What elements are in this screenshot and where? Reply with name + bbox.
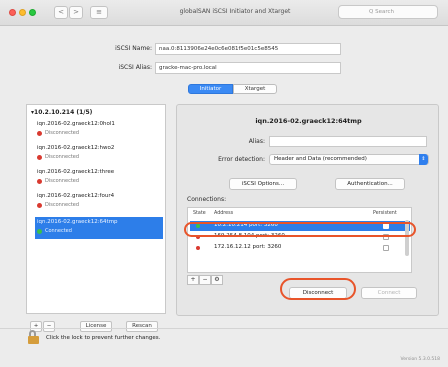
target-item[interactable]: iqn.2016-02.graeck12:hwo2 Disconnected [35,143,163,165]
target-name: iqn.2016-02.graeck12:0hol1 [37,121,115,127]
authentication-button[interactable]: Authentication... [335,178,405,190]
add-connection-button[interactable]: + [187,275,199,285]
iscsi-name-field[interactable]: naa.0:8113906e24e0c6e081f5e01c5e8545 [155,43,341,55]
bottom-divider [0,328,448,329]
select-arrows-icon: ⇕ [419,154,428,165]
lock-body [28,336,39,344]
iscsi-name-label: iSCSI Name: [115,45,152,52]
status-dot-icon [37,229,42,234]
portal-tree-node[interactable]: ▾10.2.10.214 (1/5) [31,109,92,116]
target-name: iqn.2016-02.graeck12:four4 [37,193,115,199]
license-button[interactable]: License [80,321,112,332]
forward-button[interactable]: > [69,6,83,19]
target-detail-title: iqn.2016-02.graeck12:64tmp [255,117,362,125]
targets-list-footer: + − License Rescan [26,318,166,334]
target-item[interactable]: iqn.2016-02.graeck12:0hol1 Disconnected [35,119,163,141]
target-name: iqn.2016-02.graeck12:hwo2 [37,145,115,151]
connection-action-button[interactable]: ⚙ [211,275,223,285]
tab-xtarget[interactable]: Xtarget [233,84,277,94]
status-dot-icon [37,203,42,208]
status-dot-icon [37,155,42,160]
column-header-persistent[interactable]: Persistent [373,211,397,216]
target-item[interactable]: iqn.2016-02.graeck12:four4 Disconnected [35,191,163,213]
connections-label: Connections: [187,196,227,203]
target-status: Disconnected [45,154,80,160]
grid-icon: ≡ [96,8,102,16]
target-status: Disconnected [45,178,80,184]
target-item-selected[interactable]: iqn.2016-02.graeck12:64tmp Connected [35,217,163,239]
column-header-state[interactable]: State [193,211,206,216]
minimize-window-button[interactable] [19,9,26,16]
iscsi-options-button[interactable]: iSCSI Options... [229,178,297,190]
remove-portal-button[interactable]: − [43,321,55,332]
chevron-left-icon: < [58,8,64,16]
portal-label: 10.2.10.214 (1/5) [34,109,93,116]
connection-row[interactable]: 172.16.12.12 port: 3260 [190,243,410,253]
search-field[interactable]: Q Search [338,5,438,19]
rescan-button[interactable]: Rescan [126,321,158,332]
title-bar: < > ≡ globalSAN iSCSI Initiator and Xtar… [0,0,448,26]
targets-list: ▾10.2.10.214 (1/5) iqn.2016-02.graeck12:… [26,104,166,314]
connect-button[interactable]: Connect [361,287,417,299]
persistent-checkbox[interactable] [383,245,389,251]
app-window: < > ≡ globalSAN iSCSI Initiator and Xtar… [0,0,448,367]
version-label: Version 5.3.0.518 [400,357,440,362]
chevron-right-icon: > [73,8,79,16]
target-item[interactable]: iqn.2016-02.graeck12:three Disconnected [35,167,163,189]
show-all-button[interactable]: ≡ [90,6,108,19]
target-name: iqn.2016-02.graeck12:three [37,169,115,175]
error-detection-select[interactable]: Header and Data (recommended) ⇕ [269,154,429,165]
error-detection-label: Error detection: [218,156,265,163]
target-status: Connected [45,228,72,234]
column-header-address[interactable]: Address [214,211,233,216]
status-dot-icon [37,131,42,136]
connection-highlight-annotation [184,222,416,237]
lock-message: Click the lock to prevent further change… [46,335,161,341]
target-name: iqn.2016-02.graeck12:64tmp [37,219,118,225]
disconnect-highlight-annotation [280,278,356,300]
iscsi-alias-label: iSCSI Alias: [118,64,152,71]
status-dot-icon [37,179,42,184]
alias-label: Alias: [248,138,265,145]
remove-connection-button[interactable]: − [199,275,211,285]
connections-table: State Address Persistent 10.2.10.214 por… [187,207,412,273]
connections-controls: + − ⚙ [187,275,227,285]
tab-initiator[interactable]: Initiator [188,84,233,94]
window-title: globalSAN iSCSI Initiator and Xtarget [179,8,291,15]
iscsi-alias-field[interactable]: gracke-mac-pro.local [155,62,341,74]
connection-address: 172.16.12.12 port: 3260 [214,244,282,250]
error-detection-value: Header and Data (recommended) [274,156,367,162]
gear-icon: ⚙ [214,276,220,283]
lock-icon[interactable] [28,330,40,344]
target-status: Disconnected [45,130,80,136]
zoom-window-button[interactable] [29,9,36,16]
disconnected-status-icon [196,246,200,250]
target-status: Disconnected [45,202,80,208]
alias-field[interactable] [269,136,427,147]
close-window-button[interactable] [9,9,16,16]
back-button[interactable]: < [54,6,68,19]
